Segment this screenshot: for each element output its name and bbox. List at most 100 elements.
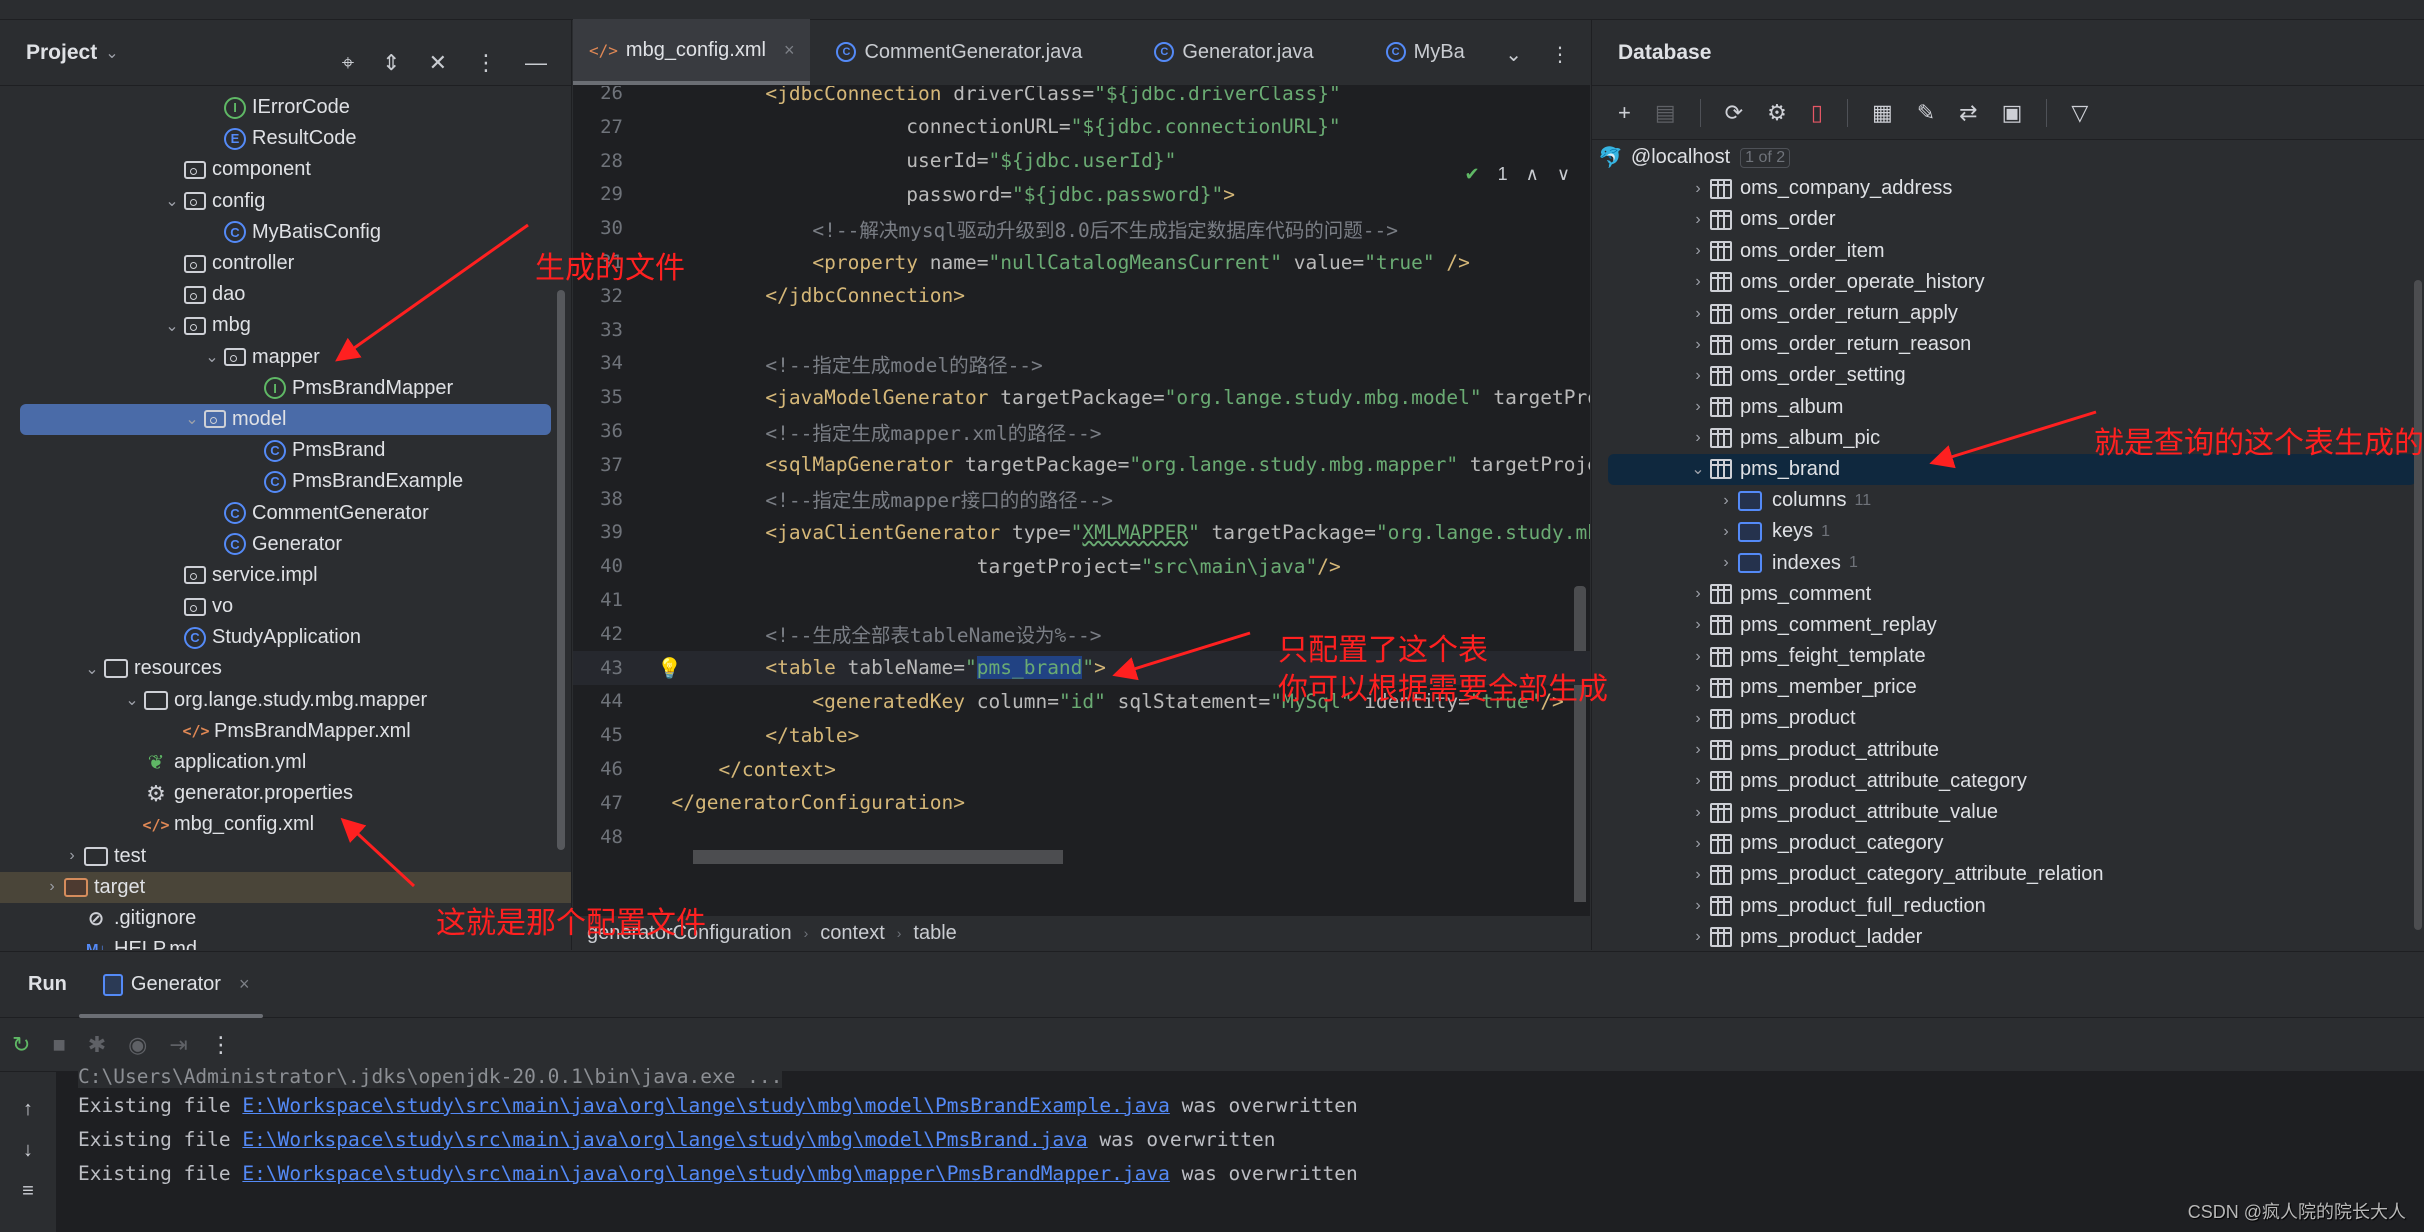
db-table-node[interactable]: › pms_member_price	[1592, 672, 2424, 703]
chevron-right-icon[interactable]: ›	[1686, 616, 1710, 634]
chevron-down-icon[interactable]: ⌄	[200, 347, 224, 367]
db-table-node[interactable]: › pms_comment	[1592, 579, 2424, 610]
chevron-right-icon[interactable]: ›	[1686, 804, 1710, 822]
chevron-right-icon[interactable]: ›	[1686, 398, 1710, 416]
table-view-icon[interactable]: ▦	[1872, 100, 1893, 126]
tree-item[interactable]: C PmsBrand	[0, 435, 571, 466]
tree-item[interactable]: ⌄ model	[20, 403, 551, 436]
tree-item[interactable]: controller	[0, 248, 571, 279]
db-table-node[interactable]: › pms_product_ladder	[1592, 922, 2424, 950]
settings-icon[interactable]: ⚙	[1767, 100, 1787, 126]
chevron-down-icon[interactable]: ⌄	[120, 690, 144, 710]
chevron-right-icon[interactable]: ›	[1686, 710, 1710, 728]
chevron-right-icon[interactable]: ›	[1714, 492, 1738, 510]
screenshot-icon[interactable]: ◉	[128, 1032, 147, 1058]
db-table-node[interactable]: › oms_order_operate_history	[1592, 267, 2424, 298]
chevron-down-icon[interactable]: ⌄	[180, 409, 204, 429]
chevron-right-icon[interactable]: ›	[60, 847, 84, 865]
code-editor[interactable]: ✔ 1 ∧ ∨ 26 <jdbcConnection driverClass="…	[573, 86, 1590, 902]
tree-item[interactable]: C StudyApplication	[0, 622, 571, 653]
tree-item[interactable]: vo	[0, 591, 571, 622]
chevron-right-icon[interactable]: ›	[1686, 273, 1710, 291]
db-table-node[interactable]: › pms_product_attribute_category	[1592, 766, 2424, 797]
db-table-node[interactable]: › pms_comment_replay	[1592, 610, 2424, 641]
tree-item[interactable]: dao	[0, 279, 571, 310]
project-scrollbar[interactable]	[557, 290, 565, 850]
chevron-down-icon[interactable]: ⌄	[160, 316, 184, 336]
db-child-node[interactable]: › columns 11	[1592, 485, 2424, 516]
console-output[interactable]: C:\Users\Administrator\.jdks\openjdk-20.…	[56, 1064, 2424, 1232]
db-table-node[interactable]: › pms_product_attribute_value	[1592, 797, 2424, 828]
chevron-right-icon[interactable]: ›	[1714, 554, 1738, 572]
db-table-node[interactable]: › pms_product_category_attribute_relation	[1592, 859, 2424, 890]
copy-icon[interactable]: ▤	[1655, 100, 1676, 126]
more-options-icon[interactable]: ⋮	[210, 1032, 232, 1058]
tree-item[interactable]: ⌄ config	[0, 186, 571, 217]
chevron-right-icon[interactable]: ›	[1686, 429, 1710, 447]
tree-item[interactable]: C MyBatisConfig	[0, 217, 571, 248]
chevron-right-icon[interactable]: ›	[1686, 741, 1710, 759]
scroll-down-icon[interactable]: ↓	[23, 1139, 33, 1162]
db-table-node[interactable]: › oms_order_item	[1592, 236, 2424, 267]
compare-icon[interactable]: ⇄	[1959, 100, 1977, 126]
tree-item[interactable]: service.impl	[0, 560, 571, 591]
more-options-icon[interactable]: ⋮	[1550, 42, 1570, 67]
filter-icon[interactable]: ▽	[2071, 100, 2088, 126]
chevron-down-icon[interactable]: ⌄	[1686, 459, 1710, 479]
file-link[interactable]: E:\Workspace\study\src\main\java\org\lan…	[242, 1094, 1169, 1117]
db-table-node[interactable]: › oms_order	[1592, 204, 2424, 235]
project-view-selector[interactable]: Project	[26, 41, 97, 65]
chevron-right-icon[interactable]: ›	[1686, 897, 1710, 915]
tree-item[interactable]: </> mbg_config.xml	[0, 809, 571, 840]
db-table-node[interactable]: › pms_product_attribute	[1592, 735, 2424, 766]
chevron-right-icon[interactable]: ›	[1686, 772, 1710, 790]
db-table-node[interactable]: › pms_product	[1592, 703, 2424, 734]
tree-item[interactable]: ⌄ mapper	[0, 342, 571, 373]
tree-item[interactable]: ⌄ org.lange.study.mbg.mapper	[0, 685, 571, 716]
chevron-right-icon[interactable]: ›	[1686, 928, 1710, 946]
chevron-down-icon[interactable]: ⌄	[160, 191, 184, 211]
chevron-right-icon[interactable]: ›	[1686, 585, 1710, 603]
tree-item[interactable]: C PmsBrandExample	[0, 466, 571, 497]
db-table-node[interactable]: › pms_product_category	[1592, 828, 2424, 859]
chevron-right-icon[interactable]: ›	[1686, 866, 1710, 884]
more-options-icon[interactable]: ⋮	[475, 50, 497, 76]
chevron-right-icon[interactable]: ›	[1686, 336, 1710, 354]
debug-icon[interactable]: ✱	[88, 1032, 106, 1058]
edit-icon[interactable]: ✎	[1917, 100, 1935, 126]
chevron-right-icon[interactable]: ›	[1686, 648, 1710, 666]
close-icon[interactable]: ×	[784, 40, 795, 61]
file-link[interactable]: E:\Workspace\study\src\main\java\org\lan…	[242, 1162, 1169, 1185]
chevron-right-icon[interactable]: ›	[1686, 679, 1710, 697]
soft-wrap-icon[interactable]: ≡	[22, 1180, 34, 1203]
lightbulb-icon[interactable]: 💡	[657, 656, 682, 680]
hide-panel-icon[interactable]: —	[525, 50, 547, 76]
tree-item[interactable]: I IErrorCode	[0, 92, 571, 123]
tree-item[interactable]: ❦ application.yml	[0, 747, 571, 778]
database-scrollbar[interactable]	[2414, 280, 2422, 930]
db-table-node[interactable]: › oms_order_return_apply	[1592, 298, 2424, 329]
editor-tab[interactable]: C Generator.java	[1138, 19, 1329, 85]
editor-tab[interactable]: C CommentGenerator.java	[820, 19, 1098, 85]
tree-item[interactable]: C CommentGenerator	[0, 497, 571, 528]
stop-icon[interactable]: ■	[52, 1032, 65, 1058]
file-link[interactable]: E:\Workspace\study\src\main\java\org\lan…	[242, 1128, 1087, 1151]
chevron-right-icon[interactable]: ›	[1714, 523, 1738, 541]
chevron-down-icon[interactable]: ⌄	[80, 659, 104, 679]
connection-node[interactable]: 🐬 @localhost 1 of 2	[1592, 142, 2424, 173]
chevron-right-icon[interactable]: ›	[1686, 211, 1710, 229]
exit-icon[interactable]: ⇥	[169, 1032, 187, 1058]
tree-item[interactable]: C Generator	[0, 529, 571, 560]
chevron-right-icon[interactable]: ›	[1686, 180, 1710, 198]
locate-file-icon[interactable]: ⌖	[342, 50, 354, 76]
breadcrumb-item[interactable]: table	[913, 922, 956, 945]
editor-tab[interactable]: C MyBa	[1370, 19, 1481, 85]
add-icon[interactable]: +	[1618, 100, 1631, 126]
collapse-all-icon[interactable]: ✕	[429, 50, 447, 76]
db-table-node[interactable]: › oms_order_setting	[1592, 360, 2424, 391]
disconnect-icon[interactable]: ▯	[1811, 100, 1823, 126]
db-child-node[interactable]: › indexes 1	[1592, 547, 2424, 578]
scroll-up-icon[interactable]: ↑	[23, 1098, 33, 1121]
tree-item[interactable]: ⌄ mbg	[0, 310, 571, 341]
refresh-icon[interactable]: ⟳	[1725, 100, 1743, 126]
